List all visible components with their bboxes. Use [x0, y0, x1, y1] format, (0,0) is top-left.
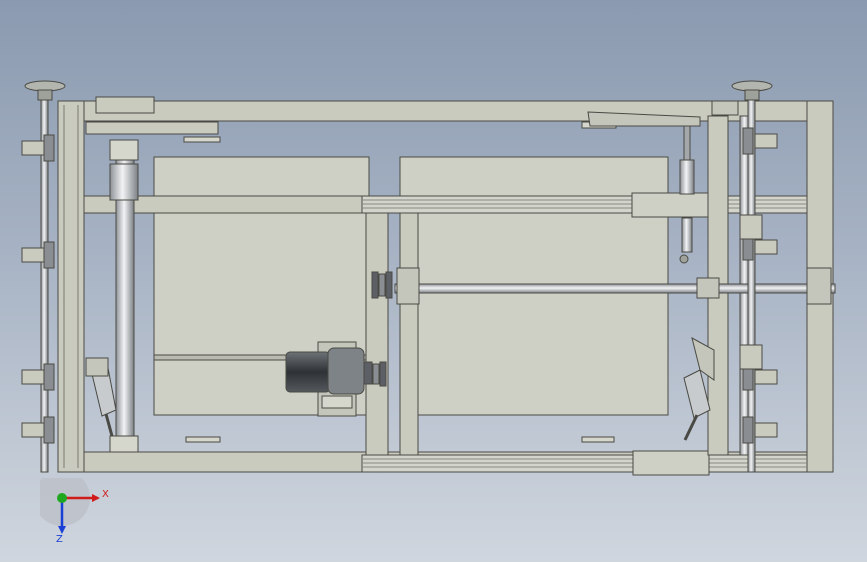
left-roller-arm: [85, 121, 219, 135]
shaft-bearing-left: [396, 267, 420, 305]
x-axis-label: X: [102, 489, 109, 500]
handwheel-left: [24, 80, 66, 101]
pulley-upper: [371, 271, 393, 299]
center-column-a: [365, 212, 389, 456]
cad-viewport[interactable]: [0, 0, 867, 562]
drive-shaft: [394, 283, 836, 294]
carriage-lower: [632, 450, 710, 476]
shaft-bearing-right: [806, 267, 832, 305]
carriage-upper: [631, 192, 709, 218]
z-axis-label: Z: [56, 534, 63, 545]
coordinate-triad: X Z: [40, 478, 109, 545]
machine-assembly: [21, 80, 836, 476]
y-axis-dot: [57, 493, 67, 503]
shaft-bearing-center: [696, 277, 720, 299]
right-lead-screw: [747, 99, 756, 473]
left-roller-sleeve: [109, 163, 139, 201]
cylinder-lower-left: [85, 357, 117, 437]
left-roller: [115, 159, 135, 453]
cylinder-upper-right: [679, 125, 695, 264]
handwheel-right: [731, 80, 773, 101]
left-brackets: [21, 134, 55, 444]
left-roller-top-bracket: [95, 96, 155, 114]
frame-left-post: [57, 100, 85, 473]
center-column-b: [399, 212, 419, 456]
